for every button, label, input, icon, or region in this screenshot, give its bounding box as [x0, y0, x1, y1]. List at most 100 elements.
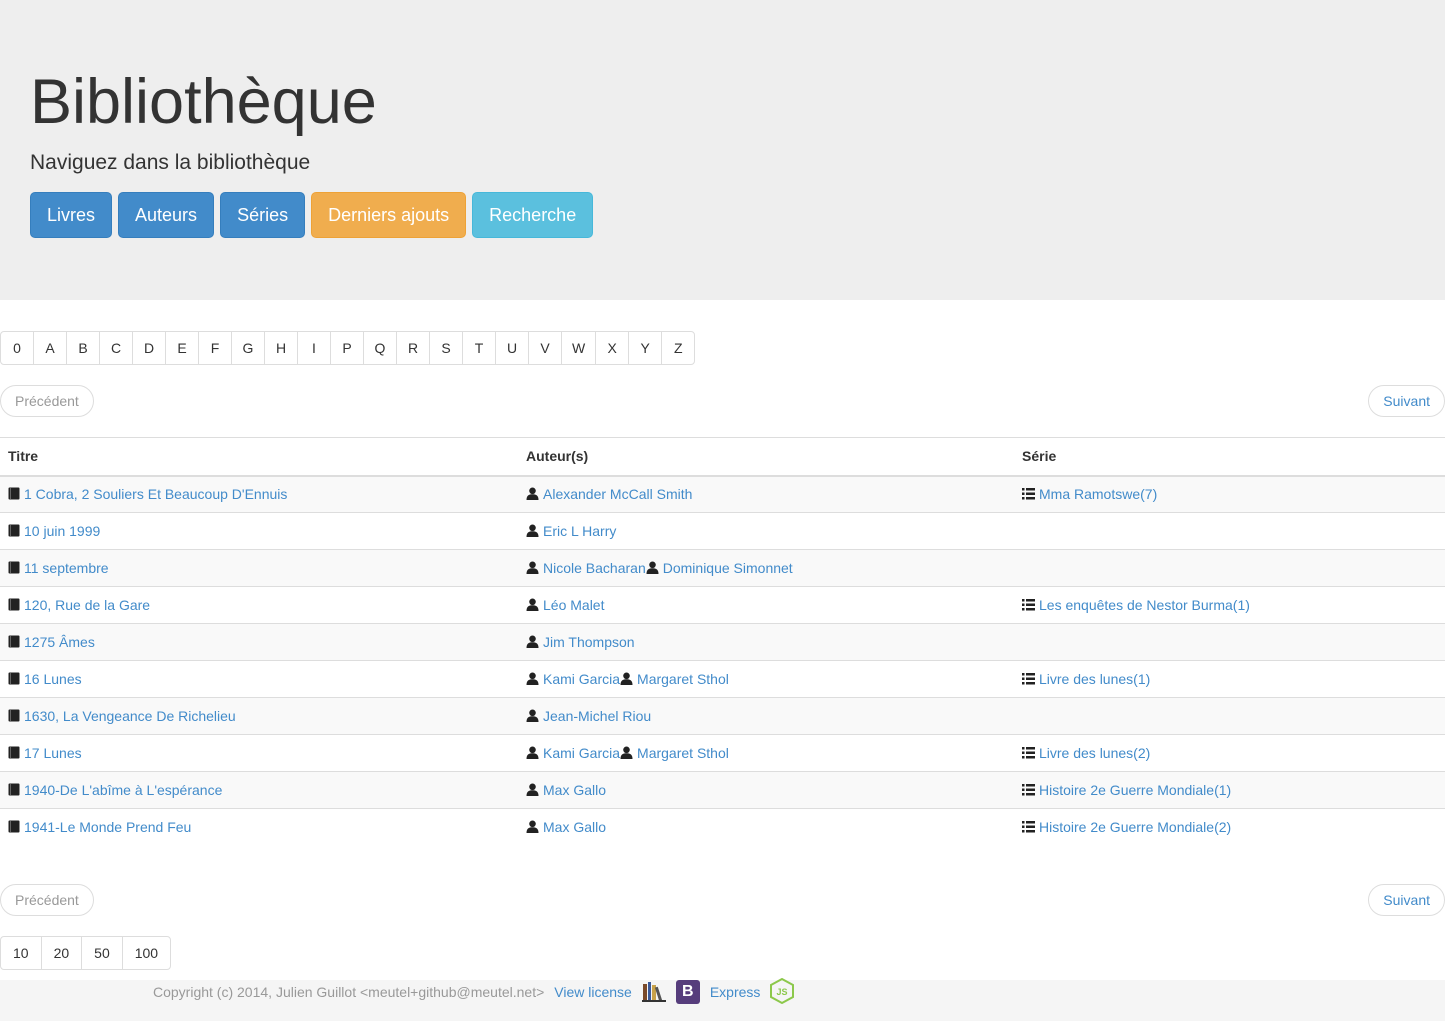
author-link[interactable]: Max Gallo	[543, 782, 606, 798]
letter-page-w[interactable]: W	[561, 331, 597, 365]
letter-pagination: 0ABCDEFGHIPQRSTUVWXYZ	[0, 331, 696, 365]
cell-series: Les enquêtes de Nestor Burma(1)	[1014, 586, 1445, 624]
letter-page-p[interactable]: P	[330, 331, 364, 365]
copyright-text: Copyright (c) 2014, Julien Guillot <meut…	[153, 984, 545, 1000]
table-row: 17 Lunes Kami Garcia Margaret Sthol Livre d…	[0, 734, 1445, 772]
book-title-link[interactable]: 1940-De L'abîme à L'espérance	[24, 782, 222, 798]
user-icon	[526, 820, 539, 834]
books-button[interactable]: Livres	[30, 192, 113, 238]
page-size-10[interactable]: 10	[0, 936, 42, 970]
letter-page-y[interactable]: Y	[628, 331, 663, 365]
footer: Copyright (c) 2014, Julien Guillot <meut…	[0, 977, 1445, 1021]
cell-series	[1014, 512, 1445, 550]
next-page-button-top[interactable]: Suivant	[1368, 385, 1445, 417]
user-icon	[620, 746, 633, 759]
author-link[interactable]: Kami Garcia	[543, 671, 620, 687]
letter-page-f[interactable]: F	[198, 331, 232, 365]
book-title-link[interactable]: 1941-Le Monde Prend Feu	[24, 819, 191, 835]
previous-page-button-top[interactable]: Précédent	[0, 385, 94, 417]
author-link[interactable]: Jim Thompson	[543, 634, 635, 650]
list-icon	[1022, 599, 1035, 611]
series-link[interactable]: Histoire 2e Guerre Mondiale(1)	[1039, 782, 1231, 798]
author-link[interactable]: Léo Malet	[543, 597, 604, 613]
series-link[interactable]: Mma Ramotswe(7)	[1039, 486, 1157, 502]
latest-additions-button[interactable]: Derniers ajouts	[311, 192, 467, 238]
previous-page-button-bottom[interactable]: Précédent	[0, 884, 94, 916]
table-row: 1941-Le Monde Prend Feu Max Gallo Histoire…	[0, 808, 1445, 846]
book-title-link[interactable]: 1275 Âmes	[24, 634, 95, 650]
series-button[interactable]: Séries	[220, 192, 306, 238]
letter-page-z[interactable]: Z	[661, 331, 696, 365]
search-button[interactable]: Recherche	[472, 192, 594, 238]
page-size-50[interactable]: 50	[81, 936, 123, 970]
cell-title: 120, Rue de la Gare	[0, 586, 518, 624]
user-icon	[526, 561, 539, 574]
user-icon	[526, 783, 539, 796]
letter-page-v[interactable]: V	[528, 331, 562, 365]
authors-button[interactable]: Auteurs	[118, 192, 215, 238]
cell-series	[1014, 697, 1445, 735]
next-page-button-bottom[interactable]: Suivant	[1368, 884, 1445, 916]
author-link[interactable]: Margaret Sthol	[637, 671, 729, 687]
table-row: 11 septembre Nicole Bacharan Dominique Sim…	[0, 549, 1445, 587]
letter-page-u[interactable]: U	[495, 331, 529, 365]
book-icon	[8, 524, 20, 537]
table-row: 10 juin 1999 Eric L Harry	[0, 512, 1445, 550]
user-icon	[526, 746, 539, 759]
jumbotron: Bibliothèque Naviguez dans la bibliothèq…	[0, 0, 1445, 300]
cell-title: 10 juin 1999	[0, 512, 518, 550]
cell-title: 17 Lunes	[0, 734, 518, 772]
letter-page-q[interactable]: Q	[363, 331, 397, 365]
author-link[interactable]: Kami Garcia	[543, 745, 620, 761]
book-title-link[interactable]: 1630, La Vengeance De Richelieu	[24, 708, 236, 724]
author-link[interactable]: Dominique Simonnet	[663, 560, 793, 576]
book-icon	[8, 598, 20, 611]
author-link[interactable]: Alexander McCall Smith	[543, 486, 692, 502]
book-title-link[interactable]: 16 Lunes	[24, 671, 82, 687]
book-title-link[interactable]: 120, Rue de la Gare	[24, 597, 150, 613]
cell-authors: Jean-Michel Riou	[518, 697, 1014, 735]
table-row: 120, Rue de la Gare Léo Malet Les enquêtes…	[0, 586, 1445, 624]
letter-page-x[interactable]: X	[595, 331, 630, 365]
letter-page-e[interactable]: E	[165, 331, 199, 365]
letter-page-h[interactable]: H	[264, 331, 298, 365]
letter-page-c[interactable]: C	[99, 331, 133, 365]
page-size-100[interactable]: 100	[121, 936, 172, 970]
author-link[interactable]: Nicole Bacharan	[543, 560, 646, 576]
letter-page-b[interactable]: B	[66, 331, 100, 365]
letter-page-t[interactable]: T	[462, 331, 496, 365]
letter-page-r[interactable]: R	[396, 331, 430, 365]
cell-title: 1940-De L'abîme à L'espérance	[0, 771, 518, 809]
letter-page-g[interactable]: G	[231, 331, 265, 365]
author-link[interactable]: Margaret Sthol	[637, 745, 729, 761]
book-title-link[interactable]: 1 Cobra, 2 Souliers Et Beaucoup D'Ennuis	[24, 486, 287, 502]
series-link[interactable]: Livre des lunes(2)	[1039, 745, 1150, 761]
book-title-link[interactable]: 10 juin 1999	[24, 523, 100, 539]
letter-page-a[interactable]: A	[33, 331, 67, 365]
books-table: Titre Auteur(s) Série 1 Cobra, 2 Soulier…	[0, 437, 1445, 846]
book-title-link[interactable]: 17 Lunes	[24, 745, 82, 761]
main-nav: Livres Auteurs Séries Derniers ajouts Re…	[30, 192, 594, 238]
author-link[interactable]: Max Gallo	[543, 819, 606, 835]
letter-page-i[interactable]: I	[297, 331, 331, 365]
letter-page-0[interactable]: 0	[0, 331, 34, 365]
series-link[interactable]: Livre des lunes(1)	[1039, 671, 1150, 687]
book-title-link[interactable]: 11 septembre	[24, 560, 109, 576]
table-row: 16 Lunes Kami Garcia Margaret Sthol Livre d…	[0, 660, 1445, 698]
author-link[interactable]: Jean-Michel Riou	[543, 708, 651, 724]
list-icon	[1022, 821, 1035, 833]
express-link[interactable]: Express	[710, 984, 761, 1000]
letter-page-s[interactable]: S	[429, 331, 463, 365]
user-icon	[526, 598, 539, 611]
series-link[interactable]: Les enquêtes de Nestor Burma(1)	[1039, 597, 1250, 613]
page-size-20[interactable]: 20	[40, 936, 83, 970]
letter-page-d[interactable]: D	[132, 331, 166, 365]
cell-title: 16 Lunes	[0, 660, 518, 698]
book-icon	[8, 672, 20, 685]
author-link[interactable]: Eric L Harry	[543, 523, 616, 539]
view-license-link[interactable]: View license	[554, 984, 632, 1000]
cell-title: 1630, La Vengeance De Richelieu	[0, 697, 518, 735]
cell-authors: Max Gallo	[518, 771, 1014, 809]
series-link[interactable]: Histoire 2e Guerre Mondiale(2)	[1039, 819, 1231, 835]
cell-series: Histoire 2e Guerre Mondiale(2)	[1014, 808, 1445, 846]
